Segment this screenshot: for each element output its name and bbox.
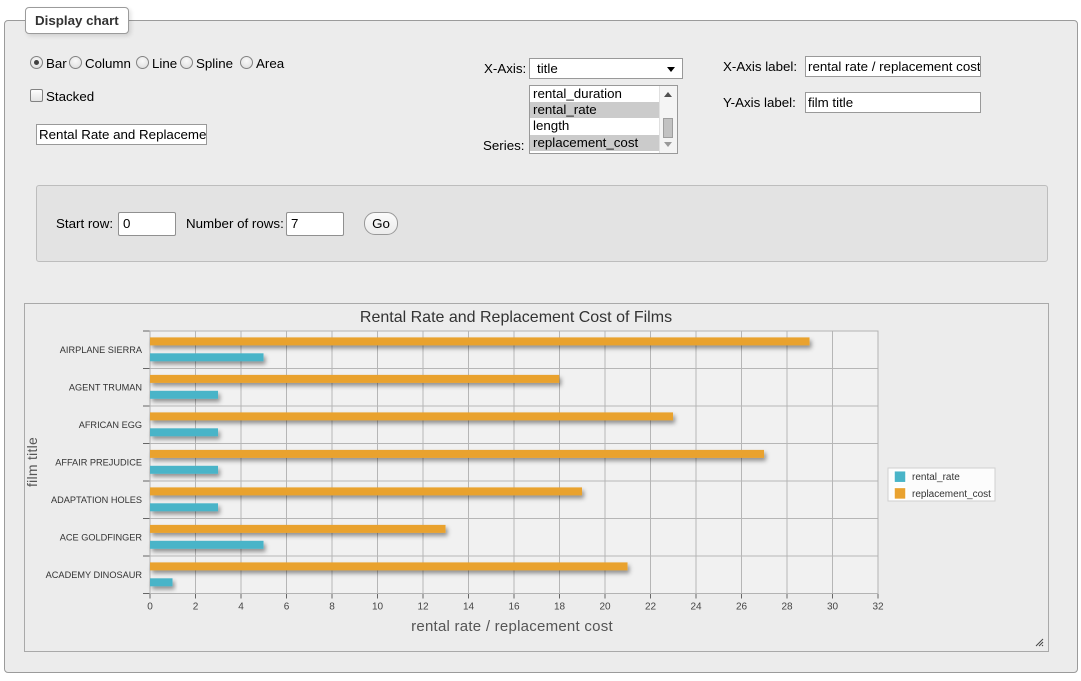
svg-text:rental_rate: rental_rate [912, 472, 960, 483]
svg-text:6: 6 [284, 602, 290, 613]
svg-text:0: 0 [147, 602, 153, 613]
svg-text:4: 4 [238, 602, 244, 613]
svg-text:14: 14 [463, 602, 475, 613]
svg-text:28: 28 [781, 602, 793, 613]
svg-text:32: 32 [872, 602, 884, 613]
svg-text:AGENT TRUMAN: AGENT TRUMAN [69, 382, 142, 392]
svg-text:20: 20 [599, 602, 611, 613]
svg-text:12: 12 [417, 602, 429, 613]
svg-text:ACADEMY DINOSAUR: ACADEMY DINOSAUR [46, 570, 143, 580]
svg-text:ACE GOLDFINGER: ACE GOLDFINGER [60, 532, 143, 542]
svg-text:10: 10 [372, 602, 384, 613]
svg-text:AFFAIR PREJUDICE: AFFAIR PREJUDICE [55, 457, 142, 467]
svg-text:AIRPLANE SIERRA: AIRPLANE SIERRA [60, 345, 143, 355]
svg-text:AFRICAN EGG: AFRICAN EGG [79, 420, 142, 430]
svg-text:8: 8 [329, 602, 335, 613]
svg-text:26: 26 [736, 602, 748, 613]
svg-text:replacement_cost: replacement_cost [912, 489, 991, 500]
svg-text:30: 30 [827, 602, 839, 613]
svg-text:16: 16 [508, 602, 520, 613]
svg-text:rental rate / replacement cost: rental rate / replacement cost [411, 618, 613, 635]
svg-text:22: 22 [645, 602, 657, 613]
svg-text:ADAPTATION HOLES: ADAPTATION HOLES [51, 495, 142, 505]
svg-text:film title: film title [25, 437, 40, 487]
svg-text:24: 24 [690, 602, 702, 613]
svg-text:2: 2 [193, 602, 199, 613]
svg-text:Rental Rate and Replacement Co: Rental Rate and Replacement Cost of Film… [360, 309, 672, 326]
svg-text:18: 18 [554, 602, 566, 613]
